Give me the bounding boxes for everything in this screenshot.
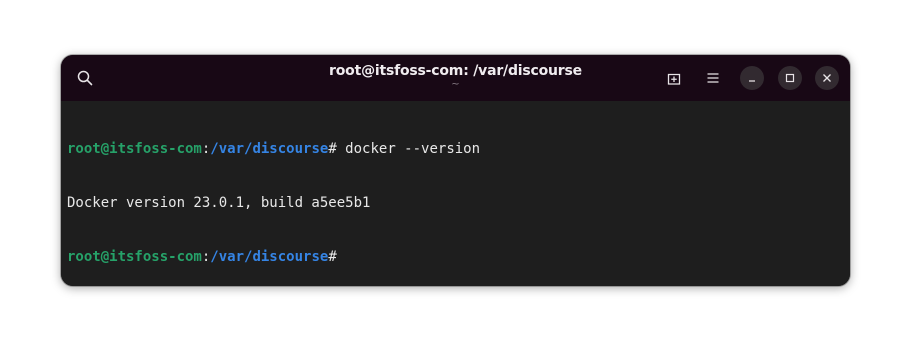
maximize-button[interactable]	[778, 66, 802, 90]
menu-button[interactable]	[701, 66, 725, 90]
window-title: root@itsfoss-com: /var/discourse	[329, 63, 582, 79]
minimize-button[interactable]	[740, 66, 764, 90]
prompt-symbol: #	[328, 249, 337, 265]
prompt-user: root@itsfoss-com	[67, 141, 202, 157]
terminal-output[interactable]: root@itsfoss-com:/var/discourse# docker …	[61, 101, 850, 286]
hamburger-menu-icon	[707, 73, 719, 83]
terminal-line: Docker version 23.0.1, build a5ee5b1	[67, 194, 850, 212]
close-button[interactable]	[815, 66, 839, 90]
prompt-path: /var/discourse	[210, 249, 329, 265]
minimize-icon	[749, 80, 755, 82]
command-output: Docker version 23.0.1, build a5ee5b1	[67, 195, 371, 211]
prompt-user: root@itsfoss-com	[67, 249, 202, 265]
close-icon	[823, 74, 831, 82]
new-tab-button[interactable]	[662, 66, 686, 90]
terminal-window: root@itsfoss-com: /var/discourse ~ root@…	[61, 55, 850, 286]
command-text: docker --version	[336, 141, 481, 157]
terminal-line: root@itsfoss-com:/var/discourse# docker …	[67, 140, 850, 158]
window-subtitle: ~	[451, 79, 460, 90]
terminal-line: root@itsfoss-com:/var/discourse#	[67, 248, 850, 266]
prompt-path: /var/discourse	[210, 141, 329, 157]
new-tab-icon	[667, 73, 681, 85]
title-bar[interactable]: root@itsfoss-com: /var/discourse ~	[61, 55, 850, 101]
title-area: root@itsfoss-com: /var/discourse ~	[61, 61, 850, 90]
maximize-icon	[785, 73, 795, 83]
prompt-symbol: #	[328, 141, 337, 157]
